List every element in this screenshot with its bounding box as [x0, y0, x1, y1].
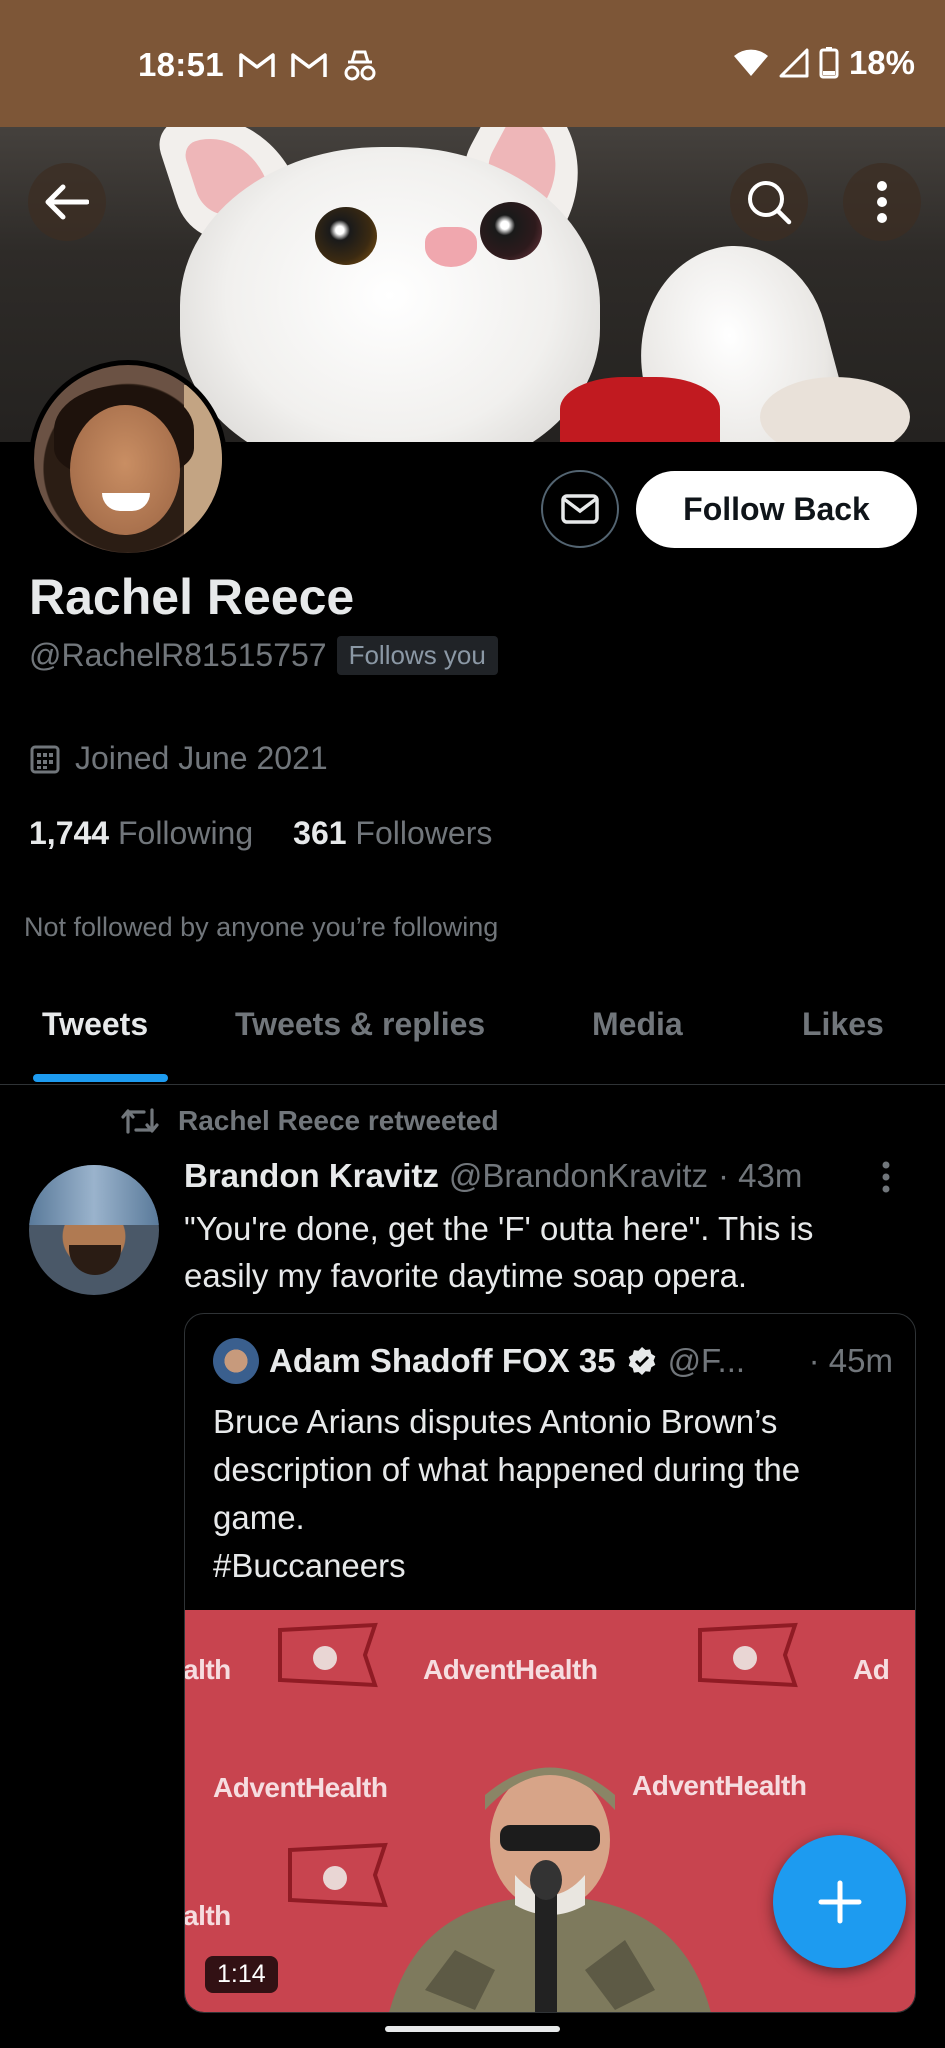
quoted-tweet-header: Adam Shadoff FOX 35 @F... · 45m: [213, 1338, 893, 1384]
tab-likes[interactable]: Likes: [802, 1006, 884, 1043]
followers-label: Followers: [355, 815, 493, 851]
media-sponsor-text: Ad: [853, 1654, 890, 1685]
follows-you-badge: Follows you: [336, 636, 498, 675]
buccaneers-flag-icon: [698, 1622, 798, 1688]
quoted-tweet-time: · 45m: [808, 1342, 893, 1379]
retweet-context: Rachel Reece retweeted: [120, 1105, 499, 1137]
profile-tabs: Tweets Tweets & replies Media Likes: [0, 990, 945, 1085]
followers-count: 361: [293, 815, 347, 851]
quoted-author-name: Adam Shadoff FOX 35: [269, 1342, 616, 1379]
tweet-time: · 43m: [718, 1157, 803, 1194]
wifi-icon: [733, 49, 768, 76]
banner-cat-image: [180, 147, 600, 442]
joined-text: Joined June 2021: [75, 740, 328, 776]
tweet-author-avatar[interactable]: [29, 1165, 159, 1295]
system-icons: 18%: [733, 44, 915, 82]
following-link[interactable]: 1,744 Following: [29, 815, 253, 852]
tweet-text: "You're done, get the 'F' outta here". T…: [184, 1210, 814, 1294]
tweet-author-handle: @BrandonKravitz: [448, 1157, 708, 1194]
arrow-left-icon: [45, 184, 89, 220]
search-icon: [748, 181, 792, 225]
profile-handle: @RachelR81515757: [29, 637, 327, 673]
quoted-author-avatar: [213, 1338, 259, 1384]
tweet-author-name[interactable]: Brandon Kravitz: [184, 1157, 439, 1195]
search-button[interactable]: [730, 163, 808, 241]
plus-icon: [818, 1880, 861, 1923]
more-vertical-icon: [882, 1161, 890, 1193]
more-vertical-icon: [877, 181, 887, 223]
following-count: 1,744: [29, 815, 110, 851]
joined-date: Joined June 2021: [29, 740, 328, 777]
home-indicator[interactable]: [385, 2026, 560, 2032]
hashtag-link[interactable]: #Buccaneers: [213, 1542, 893, 1590]
handle-row: @RachelR81515757 Follows you: [29, 636, 498, 675]
tab-tweets[interactable]: Tweets: [42, 1006, 148, 1043]
tab-tweets-replies[interactable]: Tweets & replies: [235, 1006, 485, 1043]
tweet-header: Brandon Kravitz @BrandonKravitz · 43m: [184, 1157, 914, 1195]
following-label: Following: [117, 815, 254, 851]
calendar-icon: [30, 745, 60, 773]
battery-percent: 18%: [848, 44, 915, 81]
status-time: 18:51: [138, 46, 224, 83]
notification-icons: [238, 48, 378, 82]
gmail-icon: [239, 53, 275, 77]
video-person-thumbnail: [389, 1767, 711, 2012]
retweet-icon: [121, 1108, 159, 1134]
tweet-more-button[interactable]: [880, 1160, 892, 1199]
battery-icon: [819, 47, 839, 79]
media-sponsor-text: AdventHealth: [213, 1772, 388, 1803]
signal-icon: [779, 48, 809, 78]
quoted-tweet-line: Bruce Arians disputes Antonio Brown’s de…: [213, 1403, 801, 1536]
quoted-tweet-text: Bruce Arians disputes Antonio Brown’s de…: [213, 1398, 893, 1590]
media-sponsor-text: alth: [185, 1654, 231, 1685]
profile-name: Rachel Reece: [29, 569, 355, 625]
not-followed-text: Not followed by anyone you’re following: [24, 912, 499, 942]
retweeted-by-text: Rachel Reece retweeted: [178, 1105, 499, 1136]
gmail-icon: [291, 53, 327, 77]
incognito-icon: [344, 50, 376, 81]
buccaneers-flag-icon: [278, 1622, 378, 1688]
message-button[interactable]: [541, 470, 619, 548]
back-button[interactable]: [28, 163, 106, 241]
buccaneers-flag-icon: [288, 1842, 388, 1908]
status-bar: 18:51 18%: [0, 0, 945, 127]
profile-avatar[interactable]: [29, 360, 227, 558]
tab-media[interactable]: Media: [592, 1006, 683, 1043]
envelope-icon: [561, 494, 599, 524]
video-duration: 1:14: [205, 1956, 278, 1993]
followers-link[interactable]: 361 Followers: [293, 815, 492, 852]
more-button[interactable]: [843, 163, 921, 241]
follow-counts: 1,744 Following 361 Followers: [29, 815, 492, 852]
media-sponsor-text: AdventHealth: [423, 1654, 598, 1685]
follow-back-button[interactable]: Follow Back: [636, 471, 917, 548]
active-tab-indicator: [33, 1074, 168, 1082]
quoted-author-handle: @F...: [667, 1342, 746, 1379]
compose-tweet-button[interactable]: [773, 1835, 906, 1968]
media-sponsor-text: alth: [185, 1900, 231, 1931]
verified-badge-icon: [628, 1347, 655, 1375]
